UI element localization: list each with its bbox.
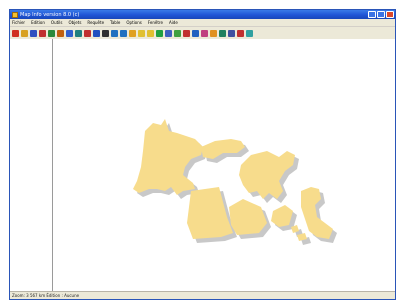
ruler-icon[interactable] bbox=[147, 29, 154, 37]
layer-icon[interactable] bbox=[84, 29, 91, 37]
map-canvas[interactable] bbox=[53, 39, 395, 291]
window-title: Map Info version 8.0 (c) bbox=[20, 11, 80, 18]
menu-bar: Fichier Edition Outils Objets Requête Ta… bbox=[10, 19, 395, 27]
pencil-icon[interactable] bbox=[57, 29, 64, 37]
menu-item-file[interactable]: Fichier bbox=[12, 20, 25, 25]
minimize-icon[interactable] bbox=[368, 11, 376, 18]
menu-item-window[interactable]: Fenêtre bbox=[148, 20, 163, 25]
print-icon[interactable] bbox=[228, 29, 235, 37]
menu-item-query[interactable]: Requête bbox=[87, 20, 104, 25]
workspace bbox=[10, 39, 395, 291]
chart-icon[interactable] bbox=[201, 29, 208, 37]
status-bar: Zoom: 3 567 km Édition : Aucune bbox=[10, 291, 395, 299]
layout-icon[interactable] bbox=[219, 29, 226, 37]
new-icon[interactable] bbox=[12, 29, 19, 37]
app-window: Map Info version 8.0 (c) Fichier Edition… bbox=[9, 9, 396, 300]
region-right-block[interactable] bbox=[229, 199, 267, 235]
pan-icon[interactable] bbox=[129, 29, 136, 37]
save-icon[interactable] bbox=[30, 29, 37, 37]
menu-item-help[interactable]: Aide bbox=[169, 20, 178, 25]
label-icon[interactable] bbox=[138, 29, 145, 37]
help-icon[interactable] bbox=[237, 29, 244, 37]
zoom-out-icon[interactable] bbox=[120, 29, 127, 37]
layer-panel[interactable] bbox=[10, 39, 53, 291]
status-left: Zoom: 3 567 km Édition : Aucune bbox=[12, 293, 80, 298]
menu-item-objects[interactable]: Objets bbox=[68, 20, 81, 25]
polyline-icon[interactable] bbox=[174, 29, 181, 37]
style-icon[interactable] bbox=[246, 29, 253, 37]
zoom-in-icon[interactable] bbox=[111, 29, 118, 37]
menu-item-options[interactable]: Options bbox=[126, 20, 141, 25]
refresh-icon[interactable] bbox=[156, 29, 163, 37]
maximize-icon[interactable] bbox=[377, 11, 385, 18]
map-icon[interactable] bbox=[48, 29, 55, 37]
app-icon bbox=[12, 11, 18, 18]
region-icon[interactable] bbox=[165, 29, 172, 37]
menu-item-tools[interactable]: Outils bbox=[51, 20, 63, 25]
table-icon[interactable] bbox=[39, 29, 46, 37]
map-svg bbox=[133, 119, 337, 245]
open-icon[interactable] bbox=[21, 29, 28, 37]
legend-icon[interactable] bbox=[210, 29, 217, 37]
close-icon[interactable] bbox=[386, 11, 394, 18]
region-horse-head[interactable] bbox=[133, 119, 203, 195]
menu-item-edit[interactable]: Edition bbox=[31, 20, 45, 25]
title-bar: Map Info version 8.0 (c) bbox=[10, 10, 395, 19]
search-icon[interactable] bbox=[102, 29, 109, 37]
map-regions bbox=[133, 119, 333, 241]
select-icon[interactable] bbox=[66, 29, 73, 37]
menu-item-table[interactable]: Table bbox=[110, 20, 120, 25]
symbol-icon[interactable] bbox=[192, 29, 199, 37]
info-icon[interactable] bbox=[93, 29, 100, 37]
grid-icon[interactable] bbox=[75, 29, 82, 37]
text-icon[interactable] bbox=[183, 29, 190, 37]
